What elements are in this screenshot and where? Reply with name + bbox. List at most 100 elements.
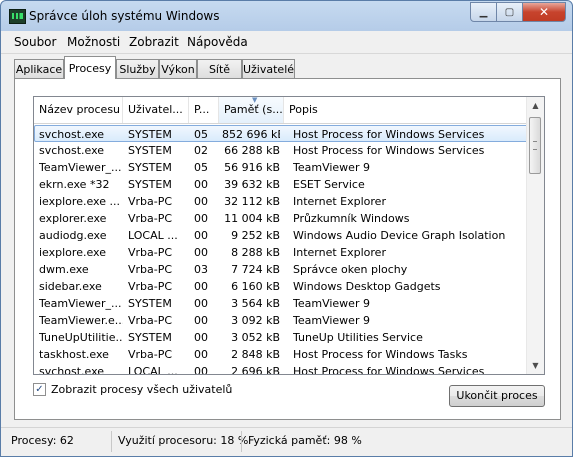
cell-name: audiodg.exe bbox=[39, 229, 107, 242]
menu-soubor[interactable]: Soubor bbox=[14, 35, 56, 49]
cell-description: Host Process for Windows Services bbox=[293, 128, 485, 141]
cell-description: Host Process for Windows Services bbox=[293, 144, 485, 157]
cell-description: Windows Desktop Gadgets bbox=[293, 280, 441, 293]
tab-procesy[interactable]: Procesy bbox=[64, 56, 116, 79]
cell-memory: 8 288 kB bbox=[231, 246, 280, 259]
tab-site[interactable]: Sítě bbox=[197, 59, 242, 78]
cell-user: Vrba-PC bbox=[128, 280, 173, 293]
cell-memory: 9 252 kB bbox=[231, 229, 280, 242]
task-manager-icon bbox=[9, 9, 26, 24]
cell-user: Vrba-PC bbox=[128, 263, 173, 276]
cell-memory: 6 160 kB bbox=[231, 280, 280, 293]
cell-description: Průzkumník Windows bbox=[293, 212, 410, 225]
cell-name: TeamViewer_... bbox=[39, 297, 122, 310]
table-row[interactable]: ekrn.exe *32 SYSTEM 00 39 632 kB ESET Servic… bbox=[34, 176, 528, 193]
scroll-up-icon[interactable]: ▲ bbox=[527, 97, 544, 114]
cell-name: ekrn.exe *32 bbox=[39, 178, 110, 191]
table-row[interactable]: TuneUpUtilitie... SYSTEM 00 3 052 kB TuneUp … bbox=[34, 329, 528, 346]
sort-arrow-icon: ▼ bbox=[252, 97, 258, 104]
cell-cpu: 00 bbox=[194, 314, 208, 327]
task-manager-window: Správce úloh systému Windows ▁ ▢ ✕ Soubo… bbox=[0, 0, 573, 457]
cell-description: Internet Explorer bbox=[293, 246, 386, 259]
table-row[interactable]: iexplore.exe Vrba-PC 00 8 288 kB Internet Ex… bbox=[34, 244, 528, 261]
show-all-users-checkbox[interactable]: ✓ bbox=[33, 383, 46, 396]
cell-cpu: 05 bbox=[194, 161, 208, 174]
cell-name: TuneUpUtilitie... bbox=[39, 331, 123, 344]
cell-user: SYSTEM bbox=[128, 331, 172, 344]
table-row[interactable]: svchost.exe SYSTEM 05 852 696 kB Host Proces… bbox=[34, 125, 528, 142]
column-header-description[interactable]: Popis bbox=[284, 97, 527, 123]
cell-description: Windows Audio Device Graph Isolation bbox=[293, 229, 506, 242]
vertical-scrollbar[interactable]: ▲ ▼ bbox=[526, 97, 544, 374]
cell-name: TeamViewer.e... bbox=[39, 314, 123, 327]
cell-cpu: 00 bbox=[194, 331, 208, 344]
table-row[interactable]: TeamViewer_... SYSTEM 00 3 564 kB TeamViewer… bbox=[34, 295, 528, 312]
cell-description: Internet Explorer bbox=[293, 195, 386, 208]
cell-memory: 11 004 kB bbox=[224, 212, 280, 225]
menu-napoveda[interactable]: Nápověda bbox=[187, 35, 248, 49]
table-row[interactable]: TeamViewer_... SYSTEM 05 56 916 kB TeamViewe… bbox=[34, 159, 528, 176]
title-bar[interactable]: Správce úloh systému Windows ▁ ▢ ✕ bbox=[1, 1, 572, 31]
cell-cpu: 00 bbox=[194, 365, 208, 375]
table-row[interactable]: iexplore.exe ... Vrba-PC 00 32 112 kB Intern… bbox=[34, 193, 528, 210]
cell-description: TeamViewer 9 bbox=[293, 297, 370, 310]
cell-name: iexplore.exe ... bbox=[39, 195, 120, 208]
cell-memory: 32 112 kB bbox=[224, 195, 280, 208]
cell-cpu: 00 bbox=[194, 246, 208, 259]
table-row[interactable]: explorer.exe Vrba-PC 00 11 004 kB Průzkumník… bbox=[34, 210, 528, 227]
table-row[interactable]: svchost.exe LOCAL ... 00 2 696 kB Host Proce… bbox=[34, 363, 528, 375]
column-header-name[interactable]: Název procesu bbox=[34, 97, 123, 123]
scroll-thumb[interactable] bbox=[529, 117, 541, 174]
column-header-memory-label: Paměť (s... bbox=[224, 103, 283, 116]
tab-sluzby[interactable]: Služby bbox=[116, 59, 159, 78]
cell-cpu: 00 bbox=[194, 297, 208, 310]
cell-name: svchost.exe bbox=[39, 365, 105, 375]
cell-user: SYSTEM bbox=[128, 128, 172, 141]
cell-name: iexplore.exe bbox=[39, 246, 106, 259]
scroll-down-icon[interactable]: ▼ bbox=[527, 357, 544, 374]
minimize-button[interactable]: ▁ bbox=[470, 2, 497, 22]
table-row[interactable]: TeamViewer.e... Vrba-PC 00 3 092 kB TeamView… bbox=[34, 312, 528, 329]
cell-memory: 39 632 kB bbox=[224, 178, 280, 191]
cell-name: svchost.exe bbox=[39, 144, 105, 157]
close-button[interactable]: ✕ bbox=[523, 2, 566, 22]
cell-memory: 56 916 kB bbox=[224, 161, 280, 174]
cell-user: SYSTEM bbox=[128, 178, 172, 191]
tab-vykon[interactable]: Výkon bbox=[159, 59, 197, 78]
cell-memory: 2 848 kB bbox=[231, 348, 280, 361]
show-all-users-label[interactable]: Zobrazit procesy všech uživatelů bbox=[51, 383, 232, 396]
column-header-cpu[interactable]: P... bbox=[189, 97, 219, 123]
cell-memory: 3 564 kB bbox=[231, 297, 280, 310]
status-bar: Procesy: 62 Využití procesoru: 18 % Fyzi… bbox=[1, 427, 572, 456]
maximize-button[interactable]: ▢ bbox=[497, 2, 523, 22]
cell-user: Vrba-PC bbox=[128, 195, 173, 208]
cell-cpu: 00 bbox=[194, 195, 208, 208]
cell-memory: 66 288 kB bbox=[224, 144, 280, 157]
cell-user: LOCAL ... bbox=[128, 365, 178, 375]
process-list[interactable]: Název procesu Uživatel... P... ▼ Paměť (… bbox=[33, 96, 545, 375]
cell-name: explorer.exe bbox=[39, 212, 107, 225]
table-row[interactable]: dwm.exe Vrba-PC 03 7 724 kB Správce oken plo… bbox=[34, 261, 528, 278]
table-row[interactable]: audiodg.exe LOCAL ... 00 9 252 kB Windows Au… bbox=[34, 227, 528, 244]
column-header-memory[interactable]: ▼ Paměť (s... bbox=[219, 97, 284, 123]
tab-aplikace[interactable]: Aplikace bbox=[14, 59, 64, 78]
table-row[interactable]: svchost.exe SYSTEM 02 66 288 kB Host Process… bbox=[34, 142, 528, 159]
cell-description: ESET Service bbox=[293, 178, 365, 191]
end-process-button[interactable]: Ukončit proces bbox=[449, 385, 545, 407]
tab-uzivatele[interactable]: Uživatelé bbox=[242, 59, 295, 78]
cell-name: svchost.exe bbox=[39, 128, 105, 141]
window-title: Správce úloh systému Windows bbox=[29, 9, 220, 23]
table-row[interactable]: taskhost.exe Vrba-PC 00 2 848 kB Host Proces… bbox=[34, 346, 528, 363]
status-process-count: Procesy: 62 bbox=[11, 434, 74, 447]
cell-user: Vrba-PC bbox=[128, 212, 173, 225]
cell-user: Vrba-PC bbox=[128, 246, 173, 259]
cell-name: TeamViewer_... bbox=[39, 161, 122, 174]
cell-description: TeamViewer 9 bbox=[293, 161, 370, 174]
cell-memory: 2 696 kB bbox=[231, 365, 280, 375]
menu-moznosti[interactable]: Možnosti bbox=[67, 35, 120, 49]
menu-zobrazit[interactable]: Zobrazit bbox=[129, 35, 179, 49]
table-row[interactable]: sidebar.exe Vrba-PC 00 6 160 kB Windows Desk… bbox=[34, 278, 528, 295]
status-cpu-usage: Využití procesoru: 18 % bbox=[118, 434, 249, 447]
cell-name: taskhost.exe bbox=[39, 348, 109, 361]
column-header-user[interactable]: Uživatel... bbox=[123, 97, 189, 123]
